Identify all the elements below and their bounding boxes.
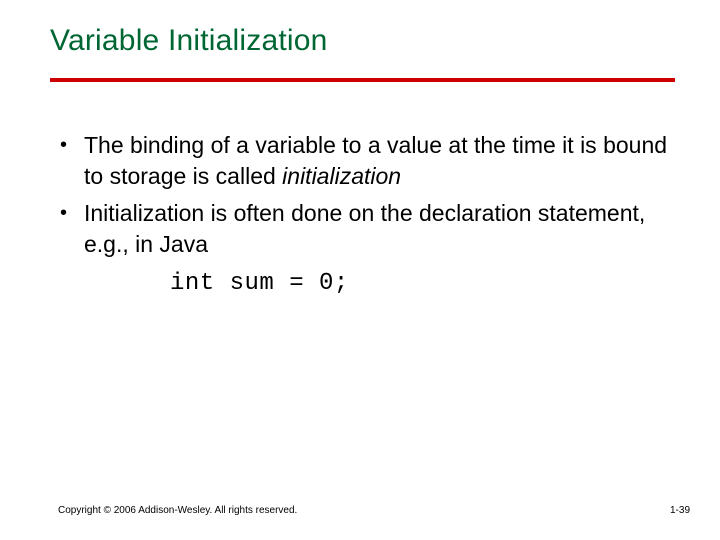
title-underline (50, 78, 675, 82)
slide: Variable Initialization • The binding of… (0, 0, 720, 540)
bullet-text-before: Initialization is often done on the decl… (84, 200, 645, 257)
code-sample: int sum = 0; (170, 268, 670, 300)
slide-body: • The binding of a variable to a value a… (60, 130, 670, 301)
bullet-item: • Initialization is often done on the de… (60, 198, 670, 260)
bullet-text-italic: initialization (282, 163, 401, 189)
slide-title: Variable Initialization (50, 24, 328, 58)
bullet-dot: • (60, 198, 84, 260)
footer-page-number: 1-39 (670, 505, 690, 516)
bullet-item: • The binding of a variable to a value a… (60, 130, 670, 192)
footer-copyright: Copyright © 2006 Addison-Wesley. All rig… (58, 505, 297, 516)
bullet-text: Initialization is often done on the decl… (84, 198, 670, 260)
bullet-dot: • (60, 130, 84, 192)
bullet-text: The binding of a variable to a value at … (84, 130, 670, 192)
